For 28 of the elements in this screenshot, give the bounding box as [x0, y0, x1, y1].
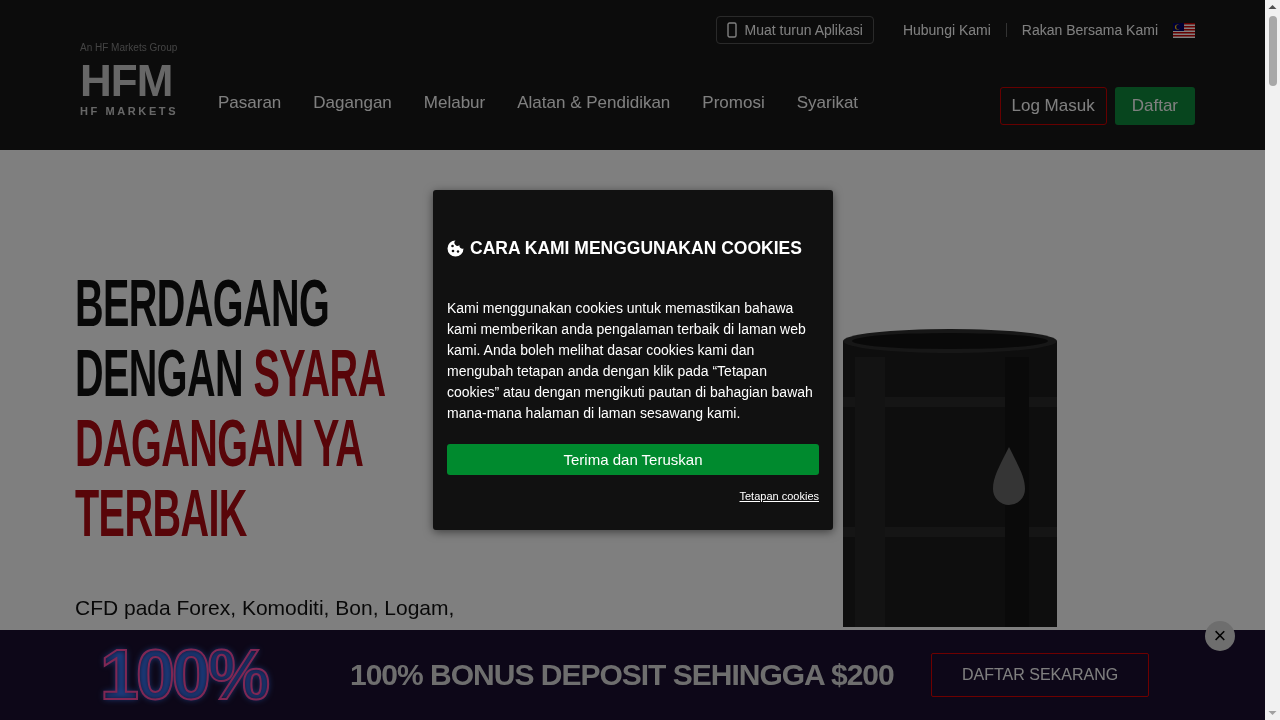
header-link[interactable]: Rakan Bersama Kami: [1021, 22, 1158, 38]
nav-link[interactable]: Dagangan: [313, 93, 392, 113]
flag-icon[interactable]: [1173, 22, 1195, 38]
hero-subtitle: CFD pada Forex, Komoditi, Bon, Logam,: [75, 596, 456, 620]
cookie-settings-link[interactable]: Tetapan cookies: [739, 490, 819, 502]
accept-button[interactable]: Terima dan Teruskan: [447, 444, 819, 475]
nav-link[interactable]: Syarikat: [796, 93, 859, 113]
header-link[interactable]: Hubungi Kami: [902, 22, 991, 38]
group-caption: An HF Markets Group: [80, 42, 179, 53]
close-button[interactable]: ×: [1205, 621, 1235, 651]
brand-logo[interactable]: HFM HF MARKETS: [80, 61, 190, 117]
promo-graphic: 100%: [100, 635, 270, 715]
dialog-text: Kami menggunakan cookies untuk memastikan bahawa kami memberikan anda pengalaman terbaik di laman web kami. Anda boleh melihat dasar cookies kami dan mengubah tetapan anda dengan klik pada “Tetapan cookies” atau dengan mengikuti pautan di bahagian bawah mana-mana halaman di laman sesawang kami.: [447, 299, 814, 423]
scrollbar[interactable]: [1265, 0, 1280, 720]
login-button[interactable]: Log Masuk: [999, 87, 1107, 125]
scroll-thumb[interactable]: [1268, 16, 1277, 86]
cookie-icon: [447, 240, 464, 257]
nav-link[interactable]: Promosi: [702, 93, 765, 113]
nav-link[interactable]: Pasaran: [218, 93, 282, 113]
hero-heading: BERDAGANG DENGANSYARA DAGANGAN YA TERBAIK: [75, 268, 386, 548]
dialog-title: CARA KAMI MENGGUNAKAN COOKIES: [447, 238, 819, 259]
register-now-button[interactable]: DAFTAR SEKARANG: [931, 653, 1150, 697]
nav-link[interactable]: Melabur: [423, 93, 486, 113]
nav-link[interactable]: Alatan & Pendidikan: [517, 93, 671, 113]
promo-text: 100% BONUS DEPOSIT SEHINGGA $200: [350, 658, 895, 692]
signup-button[interactable]: Daftar: [1114, 87, 1195, 125]
phone-icon: [726, 22, 737, 38]
download-app-button[interactable]: Muat turun Aplikasi: [715, 16, 874, 44]
